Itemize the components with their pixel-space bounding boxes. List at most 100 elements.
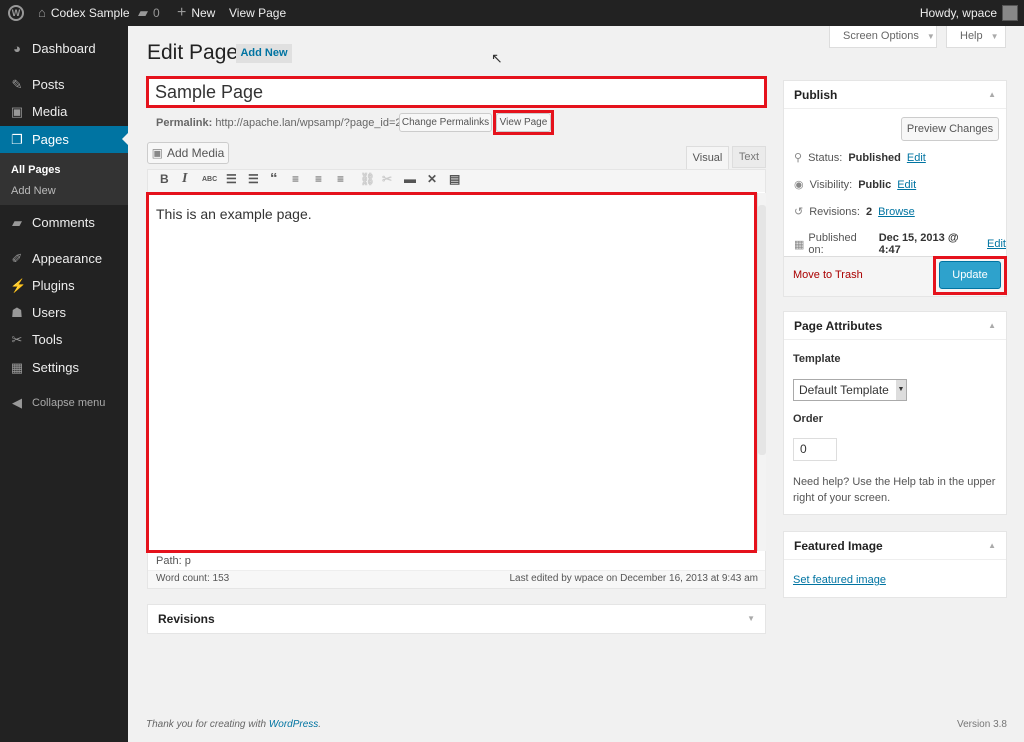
- wrench-icon: ✂: [11, 332, 23, 347]
- sidebar-item-pages[interactable]: ❐ Pages: [0, 126, 128, 153]
- editor-path: Path: p: [156, 555, 191, 567]
- title-input[interactable]: Sample Page: [146, 76, 767, 108]
- media-icon: ▣: [10, 104, 24, 119]
- italic-icon[interactable]: I: [182, 171, 187, 187]
- set-featured-image-link[interactable]: Set featured image: [793, 574, 886, 586]
- pin-icon: ✎: [11, 77, 23, 92]
- site-link[interactable]: ⌂ Codex Sample: [38, 0, 130, 26]
- submenu-all-pages[interactable]: All Pages: [11, 164, 61, 176]
- kitchen-sink-icon[interactable]: ▤: [449, 172, 460, 186]
- featured-image-header[interactable]: Featured Image ▲: [784, 532, 1006, 560]
- sidebar-item-appearance[interactable]: ✐ Appearance: [0, 246, 128, 272]
- edit-date-link[interactable]: Edit: [987, 238, 1006, 250]
- mouse-cursor-icon: ↖: [491, 50, 503, 66]
- order-input[interactable]: 0: [793, 438, 837, 461]
- admin-bar: W ⌂ Codex Sample ▰ 0 + New View Page Howdy,…: [0, 0, 1024, 26]
- view-page-link[interactable]: View Page: [229, 0, 286, 26]
- collapse-icon[interactable]: ▲: [988, 81, 996, 109]
- comments-link[interactable]: ▰ 0: [138, 0, 160, 26]
- tab-text[interactable]: Text: [732, 146, 766, 168]
- sidebar-item-comments[interactable]: ▰ Comments: [0, 210, 128, 236]
- update-button[interactable]: Update: [939, 261, 1001, 289]
- align-left-icon[interactable]: ≡: [292, 172, 299, 186]
- sidebar-item-posts[interactable]: ✎ Posts: [0, 72, 128, 98]
- publish-box: Publish ▲ Preview Changes ⚲ Status: Publish…: [783, 80, 1007, 297]
- comment-icon: ▰: [12, 215, 22, 230]
- change-permalinks-button[interactable]: Change Permalinks: [399, 113, 492, 132]
- settings-icon: ▦: [10, 360, 24, 375]
- tab-visual[interactable]: Visual: [686, 146, 729, 170]
- align-center-icon[interactable]: ≡: [315, 172, 322, 186]
- featured-image-box: Featured Image ▲ Set featured image: [783, 531, 1007, 598]
- link-icon[interactable]: ⛓: [360, 172, 375, 186]
- submenu-add-new[interactable]: Add New: [11, 185, 56, 197]
- revisions-row: ↺ Revisions: 2 Browse: [794, 205, 915, 219]
- pages-submenu: All Pages Add New: [0, 153, 128, 205]
- template-label: Template: [793, 353, 841, 365]
- edit-status-link[interactable]: Edit: [907, 152, 926, 164]
- bullet-list-icon[interactable]: ☰: [226, 172, 237, 186]
- screen-options-button[interactable]: Screen Options ▼: [829, 26, 937, 48]
- order-label: Order: [793, 413, 823, 425]
- sidebar-item-media[interactable]: ▣ Media: [0, 99, 128, 125]
- preview-changes-button[interactable]: Preview Changes: [901, 117, 999, 141]
- avatar: [1002, 5, 1018, 21]
- comment-icon: ▰: [138, 5, 148, 20]
- collapse-icon[interactable]: ▲: [988, 532, 996, 560]
- editor-scrollbar[interactable]: [757, 193, 766, 551]
- template-select[interactable]: Default Template ▼: [793, 379, 907, 401]
- align-right-icon[interactable]: ≡: [337, 172, 344, 186]
- permalink: Permalink: http://apache.lan/wpsamp/?pag…: [156, 117, 402, 129]
- version: Version 3.8: [956, 719, 1007, 730]
- wordpress-logo-icon[interactable]: W: [8, 0, 24, 26]
- revisions-box: Revisions ▼: [147, 604, 766, 634]
- view-page-button[interactable]: View Page: [496, 113, 551, 132]
- bold-icon[interactable]: B: [160, 172, 169, 186]
- chevron-down-icon: ▼: [896, 380, 906, 400]
- sidebar-item-users[interactable]: ☗ Users: [0, 300, 128, 326]
- new-link[interactable]: + New: [177, 0, 215, 26]
- expand-icon[interactable]: ▼: [747, 605, 755, 633]
- unlink-icon[interactable]: ✂: [382, 172, 392, 186]
- chevron-down-icon: ▼: [926, 32, 935, 41]
- page-attributes-box: Page Attributes ▲ Template Default Templa…: [783, 311, 1007, 515]
- sidebar-item-plugins[interactable]: ⚡ Plugins: [0, 273, 128, 299]
- plus-icon: +: [177, 4, 187, 21]
- pages-icon: ❐: [11, 131, 23, 147]
- move-to-trash-link[interactable]: Move to Trash: [793, 269, 863, 281]
- dashboard-icon: ◕: [13, 41, 21, 56]
- add-media-button[interactable]: ▣ Add Media: [147, 142, 229, 164]
- page-attributes-header[interactable]: Page Attributes ▲: [784, 312, 1006, 340]
- wordpress-link[interactable]: WordPress: [269, 719, 318, 730]
- page-title: Edit Page: [147, 41, 239, 64]
- blockquote-icon[interactable]: “: [270, 170, 278, 187]
- visibility-row: ◉ Visibility: Public Edit: [794, 178, 917, 192]
- plugin-icon: ⚡: [10, 278, 27, 293]
- sidebar-item-settings[interactable]: ▦ Settings: [0, 355, 128, 381]
- word-count: Word count: 153: [156, 573, 230, 584]
- media-icon: ▣: [151, 146, 163, 160]
- revisions-header[interactable]: Revisions ▼: [148, 605, 765, 633]
- collapse-icon[interactable]: ▲: [988, 312, 996, 340]
- status-row: ⚲ Status: Published Edit: [794, 151, 926, 165]
- numbered-list-icon[interactable]: ☰: [248, 172, 259, 186]
- permalink-url[interactable]: http://apache.lan/wpsamp/?page_id=2: [215, 117, 401, 129]
- footer-thanks: Thank you for creating with WordPress.: [146, 719, 322, 730]
- account-menu[interactable]: Howdy, wpace: [920, 0, 1018, 26]
- scrollbar-thumb[interactable]: [758, 205, 766, 455]
- help-button[interactable]: Help ▼: [946, 26, 1006, 48]
- more-tag-icon[interactable]: ▬: [404, 172, 416, 186]
- publish-actions: Move to Trash Update: [784, 256, 1007, 296]
- collapse-menu[interactable]: ◀ Collapse menu: [0, 390, 128, 416]
- strikethrough-icon[interactable]: ABC: [202, 176, 217, 183]
- sidebar-item-tools[interactable]: ✂ Tools: [0, 327, 128, 353]
- add-new-button[interactable]: Add New: [236, 44, 292, 63]
- calendar-icon: ▦: [794, 238, 805, 251]
- editor-content[interactable]: This is an example page.: [146, 192, 757, 553]
- chevron-down-icon: ▼: [990, 32, 999, 41]
- edit-visibility-link[interactable]: Edit: [897, 179, 916, 191]
- publish-header[interactable]: Publish ▲: [784, 81, 1006, 109]
- browse-revisions-link[interactable]: Browse: [878, 206, 915, 218]
- sidebar-item-dashboard[interactable]: ◕ Dashboard: [0, 36, 128, 62]
- fullscreen-icon[interactable]: ✕: [427, 172, 437, 186]
